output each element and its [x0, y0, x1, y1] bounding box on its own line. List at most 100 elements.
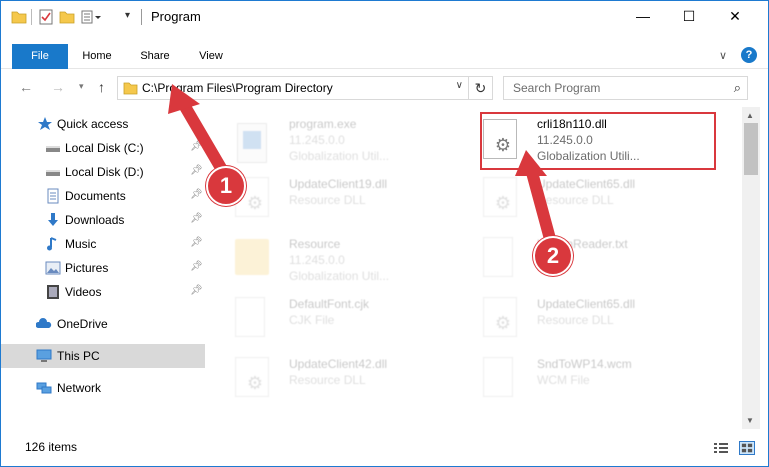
sidebar-item-local-disk-c[interactable]: Local Disk (C:) 📌︎ [1, 136, 205, 160]
properties-icon[interactable] [38, 9, 54, 25]
file-name: UpdateClient65.dll [537, 177, 636, 191]
highlight-box [480, 112, 716, 170]
pin-icon: 📌︎ [190, 261, 203, 272]
back-arrow-icon[interactable]: ← [19, 79, 33, 95]
dll-gear-icon: ⚙ [483, 297, 517, 337]
expand-ribbon-icon[interactable]: ∨ [719, 49, 727, 62]
refresh-icon: ↻ [474, 79, 487, 96]
sidebar-item-label: Network [57, 381, 102, 395]
tab-home[interactable]: Home [71, 44, 123, 69]
documents-icon [47, 188, 59, 204]
address-path: C:\Program Files\Program Directory [142, 81, 333, 95]
search-placeholder: Search Program [513, 81, 601, 95]
sidebar-item-label: Music [65, 237, 97, 251]
minimize-button[interactable]: — [620, 1, 666, 31]
exe-icon [233, 121, 271, 165]
file-type: Resource DLL [289, 373, 366, 387]
star-icon [38, 117, 52, 130]
file-version: 11.245.0.0 [289, 253, 345, 267]
folder-icon [123, 82, 138, 95]
file-item[interactable]: program.exe 11.245.0.0 Globalization Uti… [223, 113, 463, 169]
customize-qa-icon[interactable] [81, 9, 103, 25]
refresh-button[interactable]: ↻ [469, 76, 493, 100]
step-marker-2: 2 [533, 236, 573, 276]
scroll-thumb[interactable] [744, 123, 758, 175]
step-marker-1: 1 [206, 166, 246, 206]
details-view-icon[interactable] [713, 441, 729, 455]
file-item[interactable]: hiddenReader.txt [471, 233, 711, 289]
scroll-up-icon[interactable]: ▲ [746, 111, 754, 120]
sidebar-item-quick-access[interactable]: Quick access [1, 112, 205, 136]
file-description: Globalization Util... [289, 269, 390, 283]
sidebar-item-music[interactable]: Music 📌︎ [1, 232, 205, 256]
file-item[interactable]: ⚙ UpdateClient65.dll Resource DLL [471, 173, 711, 229]
address-dropdown-icon[interactable]: ∨ [456, 80, 463, 91]
search-icon: ⌕ [733, 80, 741, 95]
navigation-bar: ← → ▾ ↑ C:\Program Files\Program Directo… [1, 69, 768, 105]
file-item[interactable]: ⚙ UpdateClient65.dll Resource DLL [471, 293, 711, 349]
file-name: program.exe [289, 117, 357, 131]
onedrive-icon [36, 318, 52, 328]
vertical-scrollbar[interactable]: ▲ ▼ [742, 107, 760, 429]
text-file-icon [483, 237, 513, 277]
sidebar-item-label: Pictures [65, 261, 109, 275]
tab-view[interactable]: View [185, 44, 237, 69]
file-item[interactable]: SndToWP14.wcm WCM File [471, 353, 711, 409]
folder-icon [235, 239, 269, 275]
recent-locations-icon[interactable]: ▾ [79, 81, 84, 92]
pin-icon: 📌︎ [190, 141, 203, 152]
sidebar-item-documents[interactable]: Documents 📌︎ [1, 184, 205, 208]
pin-icon: 📌︎ [190, 213, 203, 224]
up-arrow-icon[interactable]: ↑ [98, 79, 105, 95]
sidebar-item-label: Documents [65, 189, 126, 203]
qa-separator [31, 9, 32, 25]
file-name: Resource [289, 237, 341, 251]
network-icon [36, 382, 52, 394]
file-item[interactable]: Resource 11.245.0.0 Globalization Util..… [223, 233, 463, 289]
maximize-button[interactable]: ☐ [666, 1, 712, 31]
scroll-down-icon[interactable]: ▼ [746, 416, 754, 425]
file-version: 11.245.0.0 [289, 133, 345, 147]
file-name: DefaultFont.cjk [289, 297, 370, 311]
sidebar-item-downloads[interactable]: Downloads 📌︎ [1, 208, 205, 232]
help-icon[interactable]: ? [741, 47, 757, 63]
forward-arrow-icon[interactable]: → [51, 79, 65, 95]
sidebar-item-pictures[interactable]: Pictures 📌︎ [1, 256, 205, 280]
music-icon [47, 237, 57, 251]
file-name: UpdateClient42.dll [289, 357, 388, 371]
address-bar[interactable]: C:\Program Files\Program Directory ∨ [117, 76, 469, 100]
title-separator [141, 9, 142, 25]
sidebar-item-network[interactable]: Network [1, 376, 205, 400]
file-type: WCM File [537, 373, 590, 387]
pin-icon: 📌︎ [190, 189, 203, 200]
new-folder-icon[interactable] [59, 9, 75, 25]
sidebar-item-local-disk-d[interactable]: Local Disk (D:) 📌︎ [1, 160, 205, 184]
qa-dropdown-icon[interactable]: ▾ [125, 10, 130, 26]
tab-file[interactable]: File [12, 44, 68, 69]
file-item[interactable]: ⚙ UpdateClient19.dll Resource DLL [223, 173, 463, 229]
tiles-view-icon[interactable] [739, 441, 755, 455]
drive-icon [46, 170, 60, 176]
file-item[interactable]: DefaultFont.cjk CJK File [223, 293, 463, 349]
sidebar-item-this-pc[interactable]: This PC [1, 344, 205, 368]
tab-share[interactable]: Share [129, 44, 181, 69]
navigation-pane: Quick access Local Disk (C:) 📌︎ Local Di… [1, 107, 211, 429]
file-type: Resource DLL [289, 193, 366, 207]
sidebar-item-label: This PC [57, 349, 100, 363]
sidebar-item-label: Local Disk (C:) [65, 141, 144, 155]
blank-file-icon [483, 357, 513, 397]
pin-icon: 📌︎ [190, 237, 203, 248]
file-item[interactable]: ⚙ UpdateClient42.dll Resource DLL [223, 353, 463, 409]
explorer-window: ▾ Program — ☐ ✕ File Home Share View ∨ ?… [0, 0, 769, 467]
search-box[interactable]: Search Program ⌕ [503, 76, 748, 100]
file-description: Globalization Util... [289, 149, 390, 163]
file-type: Resource DLL [537, 313, 614, 327]
file-type: CJK File [289, 313, 335, 327]
sidebar-item-onedrive[interactable]: OneDrive [1, 312, 205, 336]
sidebar-item-videos[interactable]: Videos 📌︎ [1, 280, 205, 304]
status-bar: 126 items [1, 437, 768, 459]
file-type: Resource DLL [537, 193, 614, 207]
file-name: UpdateClient19.dll [289, 177, 388, 191]
sidebar-item-label: Local Disk (D:) [65, 165, 144, 179]
close-button[interactable]: ✕ [712, 1, 758, 31]
